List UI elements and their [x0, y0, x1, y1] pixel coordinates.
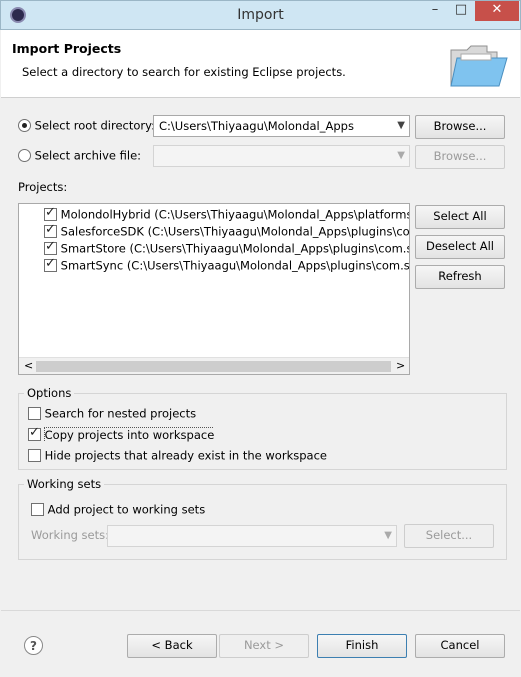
hide-checkbox[interactable]	[28, 449, 41, 462]
hide-option[interactable]: Hide projects that already exist in the …	[28, 448, 327, 463]
projects-list[interactable]: MolondolHybrid (C:\Users\Thiyaagu\Molond…	[18, 203, 410, 375]
copy-checkbox[interactable]	[28, 427, 41, 441]
project-checkbox[interactable]	[44, 241, 57, 255]
archive-radio[interactable]	[18, 149, 31, 162]
copy-label: Copy projects into workspace	[43, 427, 215, 442]
project-label: MolondolHybrid (C:\Users\Thiyaagu\Molond…	[60, 207, 410, 222]
projects-label: Projects:	[18, 180, 68, 194]
browse-root-button[interactable]: Browse...	[415, 115, 505, 139]
header-subtitle: Select a directory to search for existin…	[22, 65, 346, 79]
scroll-left-icon[interactable]: <	[24, 359, 33, 372]
project-label: SmartStore (C:\Users\Thiyaagu\Molondal_A…	[60, 241, 410, 256]
working-sets-combo: ▼	[107, 525, 397, 547]
archive-radio-row[interactable]: Select archive file:	[18, 148, 141, 163]
nested-option[interactable]: Search for nested projects	[28, 406, 196, 421]
select-working-sets-button: Select...	[404, 524, 494, 548]
add-working-sets-option[interactable]: Add project to working sets	[31, 502, 205, 517]
hide-label: Hide projects that already exist in the …	[44, 448, 327, 463]
root-directory-radio[interactable]	[18, 119, 31, 132]
deselect-all-button[interactable]: Deselect All	[415, 235, 505, 259]
archive-label: Select archive file:	[34, 148, 142, 163]
horizontal-scrollbar[interactable]: < >	[19, 357, 409, 374]
options-group: Options Search for nested projects Copy …	[18, 386, 507, 470]
browse-archive-button: Browse...	[415, 145, 505, 169]
chevron-down-icon: ▼	[397, 150, 405, 161]
project-checkbox[interactable]	[44, 207, 57, 221]
close-button[interactable]: ✕	[475, 1, 519, 21]
window-titlebar: Import – □ ✕	[0, 0, 521, 30]
project-item-0[interactable]: MolondolHybrid (C:\Users\Thiyaagu\Molond…	[44, 207, 410, 222]
root-directory-label: Select root directory:	[34, 118, 155, 133]
select-all-button[interactable]: Select All	[415, 205, 505, 229]
working-sets-title: Working sets	[24, 477, 105, 491]
project-checkbox[interactable]	[44, 224, 57, 238]
help-icon[interactable]: ?	[24, 636, 43, 655]
project-label: SmartSync (C:\Users\Thiyaagu\Molondal_Ap…	[60, 258, 410, 273]
add-working-sets-checkbox[interactable]	[31, 503, 44, 516]
next-button: Next >	[219, 634, 309, 658]
header-title: Import Projects	[12, 41, 122, 56]
root-directory-radio-row[interactable]: Select root directory:	[18, 118, 155, 133]
working-sets-group: Working sets Add project to working sets…	[18, 477, 507, 560]
scrollbar-thumb[interactable]	[36, 361, 391, 372]
chevron-down-icon: ▼	[397, 120, 405, 131]
folder-icon	[450, 45, 508, 87]
footer-divider	[1, 610, 520, 611]
project-item-2[interactable]: SmartStore (C:\Users\Thiyaagu\Molondal_A…	[44, 241, 410, 256]
nested-label: Search for nested projects	[44, 406, 197, 421]
minimize-button[interactable]: –	[422, 1, 448, 21]
cancel-button[interactable]: Cancel	[415, 634, 505, 658]
scroll-right-icon[interactable]: >	[396, 359, 405, 372]
copy-option[interactable]: Copy projects into workspace	[28, 427, 215, 442]
refresh-button[interactable]: Refresh	[415, 265, 505, 289]
archive-combo: ▼	[153, 145, 410, 167]
finish-button[interactable]: Finish	[317, 634, 407, 658]
root-directory-value: C:\Users\Thiyaagu\Molondal_Apps	[159, 119, 354, 133]
options-title: Options	[24, 386, 75, 400]
add-working-sets-label: Add project to working sets	[47, 502, 206, 517]
project-label: SalesforceSDK (C:\Users\Thiyaagu\Molonda…	[60, 224, 410, 239]
project-checkbox[interactable]	[44, 258, 57, 272]
nested-checkbox[interactable]	[28, 407, 41, 420]
wizard-header: Import Projects Select a directory to se…	[1, 30, 520, 98]
chevron-down-icon: ▼	[384, 530, 392, 541]
project-item-3[interactable]: SmartSync (C:\Users\Thiyaagu\Molondal_Ap…	[44, 258, 410, 273]
root-directory-combo[interactable]: C:\Users\Thiyaagu\Molondal_Apps ▼	[153, 115, 410, 137]
working-sets-label: Working sets:	[31, 528, 110, 542]
maximize-button[interactable]: □	[448, 1, 474, 21]
back-button[interactable]: < Back	[127, 634, 217, 658]
project-item-1[interactable]: SalesforceSDK (C:\Users\Thiyaagu\Molonda…	[44, 224, 410, 239]
